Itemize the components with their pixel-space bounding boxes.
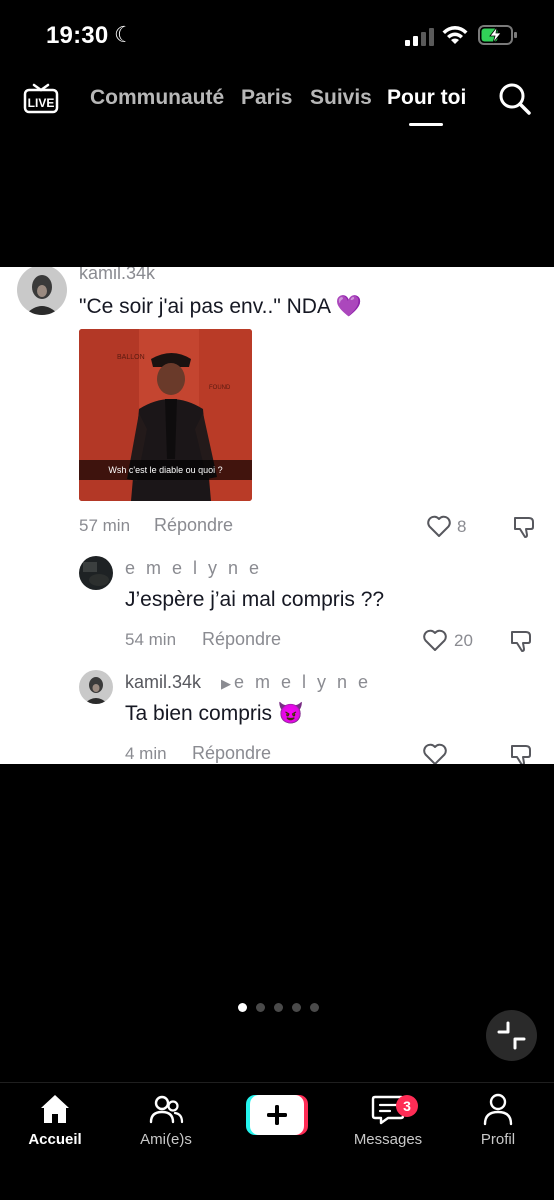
profile-icon xyxy=(483,1093,513,1126)
comment-time: 54 min xyxy=(125,630,177,649)
like-count: 8 xyxy=(457,517,467,536)
cellular-signal-icon xyxy=(405,28,435,46)
friends-icon xyxy=(149,1095,184,1124)
carousel-pager xyxy=(238,1003,319,1013)
reply-button[interactable]: Répondre xyxy=(202,629,281,650)
nav-label: Messages xyxy=(353,1131,423,1148)
svg-text:FOUND: FOUND xyxy=(209,385,231,391)
tab-suivis[interactable]: Suivis xyxy=(310,86,372,110)
comment-screenshot-card: kamil.34k "Ce soir j'ai pas env.." NDA 💜… xyxy=(0,267,554,764)
pager-dot[interactable] xyxy=(274,1003,283,1012)
image-caption-bar: Wsh c'est le diable ou quoi ? xyxy=(79,460,252,480)
avatar[interactable] xyxy=(79,556,113,590)
pager-dot[interactable] xyxy=(238,1003,247,1012)
tab-paris[interactable]: Paris xyxy=(241,86,292,110)
nav-friends[interactable]: Ami(e)s xyxy=(116,1091,216,1161)
comment-username[interactable]: kamil.34k xyxy=(79,267,155,284)
collapse-arrows-icon xyxy=(497,1021,526,1050)
image-caption: Wsh c'est le diable ou quoi ? xyxy=(108,465,223,475)
heart-icon[interactable] xyxy=(422,628,448,652)
nav-home[interactable]: Accueil xyxy=(5,1091,105,1161)
home-icon xyxy=(41,1095,69,1123)
comment-username[interactable]: kamil.34k xyxy=(125,672,201,693)
comment-time: 57 min xyxy=(79,516,131,535)
pager-dot[interactable] xyxy=(310,1003,319,1012)
reply-to-username[interactable]: e m e l y n e xyxy=(234,672,371,693)
svg-text:BALLON: BALLON xyxy=(117,354,145,361)
pager-dot[interactable] xyxy=(292,1003,301,1012)
reply-arrow-icon: ▶ xyxy=(221,676,231,691)
avatar[interactable] xyxy=(17,267,67,315)
active-tab-indicator xyxy=(409,123,443,126)
moon-icon: ☾ xyxy=(114,22,134,47)
tab-communaute[interactable]: Communauté xyxy=(90,86,224,110)
thumbs-down-icon[interactable] xyxy=(512,515,538,539)
nav-profile[interactable]: Profil xyxy=(448,1091,548,1161)
bottom-navigation: Accueil Ami(e)s 3 Messages Profil xyxy=(0,1082,554,1200)
reply-button[interactable]: Répondre xyxy=(192,743,271,764)
live-label: LIVE xyxy=(28,96,55,110)
wifi-icon xyxy=(442,26,468,44)
live-tv-icon[interactable]: LIVE xyxy=(22,80,60,118)
nav-label: Accueil xyxy=(28,1131,82,1148)
create-button[interactable] xyxy=(246,1095,308,1135)
search-icon[interactable] xyxy=(498,82,532,116)
thumbs-down-icon[interactable] xyxy=(509,629,535,653)
comment-text: Ta bien compris 😈 xyxy=(125,702,305,725)
battery-charging-icon xyxy=(478,25,517,45)
comment-text: J’espère j’ai mal compris ?? xyxy=(125,588,385,611)
comment-image[interactable]: BALLON FOUND Wsh c'est le diable ou quoi… xyxy=(79,329,252,501)
comment-username[interactable]: e m e l y n e xyxy=(125,558,262,579)
like-count: 20 xyxy=(454,631,473,650)
nav-label: Profil xyxy=(480,1131,516,1148)
tab-pour-toi[interactable]: Pour toi xyxy=(387,86,466,110)
nav-label: Ami(e)s xyxy=(140,1131,192,1148)
heart-icon[interactable] xyxy=(426,514,452,538)
status-time: 19:30 xyxy=(46,22,109,49)
status-bar: 19:30 ☾ xyxy=(0,0,554,72)
create-plus-icon xyxy=(246,1095,308,1135)
unread-badge: 3 xyxy=(396,1095,418,1117)
thumbs-down-icon[interactable] xyxy=(509,743,535,764)
heart-icon[interactable] xyxy=(422,742,448,764)
comment-text: "Ce soir j'ai pas env.." NDA 💜 xyxy=(79,295,362,318)
reply-button[interactable]: Répondre xyxy=(154,515,233,536)
pager-dot[interactable] xyxy=(256,1003,265,1012)
comment-time: 4 min xyxy=(125,744,167,763)
collapse-fullscreen-button[interactable] xyxy=(486,1010,537,1061)
nav-messages[interactable]: 3 Messages xyxy=(338,1091,438,1161)
avatar[interactable] xyxy=(79,670,113,704)
top-navigation: LIVE Communauté Paris Suivis Pour toi xyxy=(0,72,554,132)
